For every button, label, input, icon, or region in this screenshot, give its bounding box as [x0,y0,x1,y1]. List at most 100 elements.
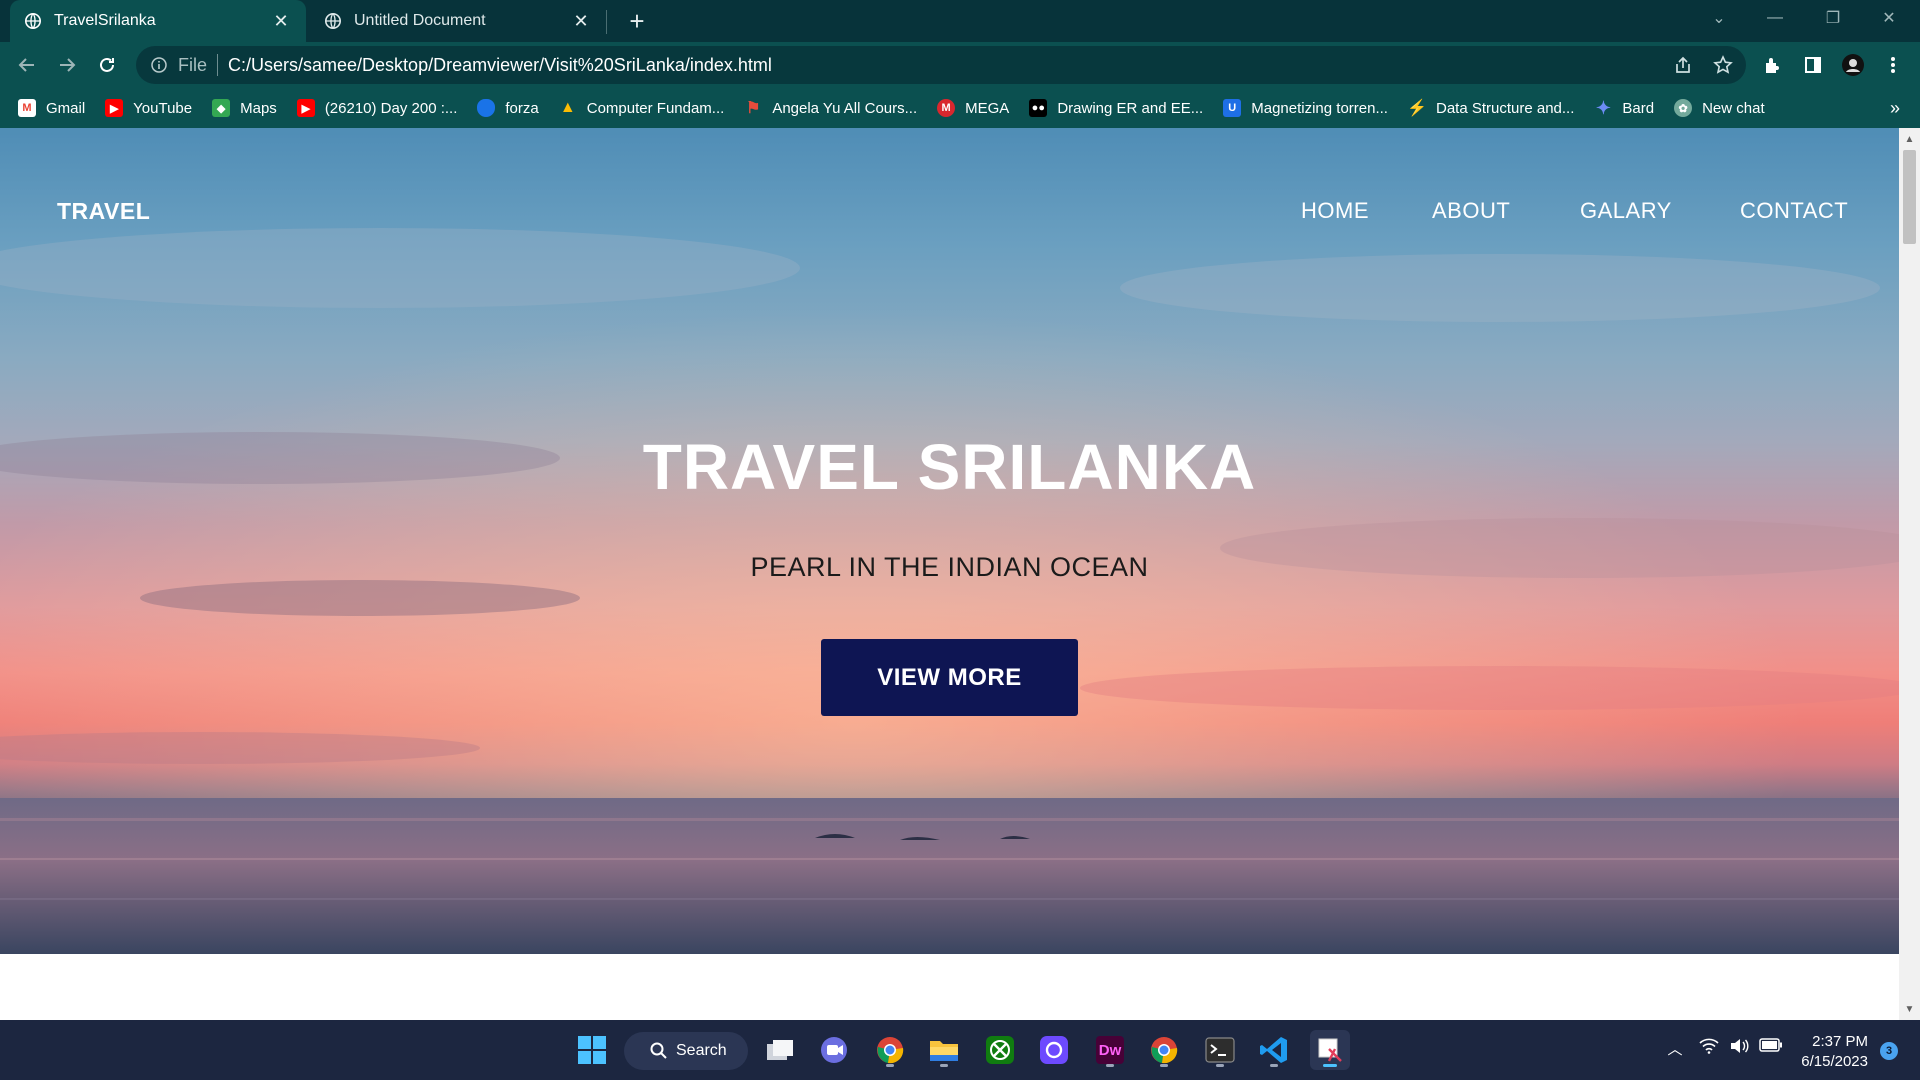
notification-badge[interactable]: 3 [1880,1042,1898,1060]
divider [217,54,219,76]
shield-icon [477,99,496,117]
browser-tab-strip: TravelSrilanka ✕ Untitled Document ✕ + ⌄… [0,0,1920,42]
new-tab-button[interactable]: + [622,6,652,36]
back-button[interactable] [12,50,42,80]
bookmark-drawing-er[interactable]: ●● Drawing ER and EE... [1029,99,1203,117]
minimize-button[interactable]: — [1752,0,1798,36]
bookmark-maps[interactable]: ◆ Maps [212,99,277,117]
chatgpt-icon: ✿ [1674,99,1693,117]
bookmark-forza[interactable]: forza [477,99,539,117]
extensions-icon[interactable] [1758,50,1788,80]
close-tab-icon[interactable]: ✕ [570,10,592,32]
bookmark-angela-yu[interactable]: ⚑ Angela Yu All Cours... [744,99,917,118]
teams-chat-icon[interactable] [814,1030,854,1070]
bookmark-label: (26210) Day 200 :... [324,99,458,117]
globe-icon [24,12,42,30]
bookmark-youtube[interactable]: ▶ YouTube [105,99,192,117]
url-text[interactable]: C:/Users/samee/Desktop/Dreamviewer/Visit… [228,55,772,76]
bookmark-computer-fundam[interactable]: ▲ Computer Fundam... [559,99,724,117]
globe-icon [324,12,342,30]
gmail-icon: M [18,99,36,117]
scrollbar-thumb[interactable] [1903,150,1916,244]
close-window-button[interactable]: ✕ [1866,0,1912,36]
bookmark-mega[interactable]: M MEGA [937,99,1009,117]
tab-untitled-document[interactable]: Untitled Document ✕ [310,0,606,42]
sparkle-icon: ✦ [1595,97,1611,118]
scroll-up-icon[interactable]: ▲ [1899,130,1920,148]
close-tab-icon[interactable]: ✕ [270,10,292,32]
bookmark-star-icon[interactable] [1708,50,1738,80]
vscode-icon[interactable] [1254,1030,1294,1070]
magnet-icon: U [1223,99,1242,117]
view-more-button[interactable]: VIEW MORE [821,639,1078,716]
battery-icon[interactable] [1758,1038,1784,1052]
vertical-scrollbar[interactable]: ▲ ▼ [1899,128,1920,1020]
chrome-icon[interactable] [1144,1030,1184,1070]
hero-section: TRAVEL HOME ABOUT GALARY CONTACT TRAVEL … [0,128,1899,954]
bookmark-magnetizing[interactable]: U Magnetizing torren... [1223,99,1388,117]
drive-icon: ▲ [559,99,576,116]
arrow-right-icon [60,58,76,72]
running-indicator [1216,1064,1224,1067]
share-icon[interactable] [1668,50,1698,80]
browser-toolbar: File C:/Users/samee/Desktop/Dreamviewer/… [0,42,1920,88]
proton-icon[interactable] [1034,1030,1074,1070]
snipping-tool-icon[interactable] [1310,1030,1350,1070]
task-view-icon[interactable] [760,1030,800,1070]
wifi-icon[interactable] [1698,1038,1720,1054]
running-indicator [1270,1064,1278,1067]
more-bookmarks-button[interactable]: » [1890,88,1900,128]
restore-button[interactable]: ❐ [1810,0,1856,36]
bookmark-label: Magnetizing torren... [1251,99,1388,117]
flag-icon: ⚑ [746,100,761,117]
nav-galary-link[interactable]: GALARY [1580,198,1672,224]
xbox-icon[interactable] [980,1030,1020,1070]
kebab-menu-icon[interactable] [1878,50,1908,80]
reload-button[interactable] [92,50,122,80]
bookmark-label: Maps [240,99,277,117]
file-explorer-icon[interactable] [924,1030,964,1070]
nav-home-link[interactable]: HOME [1301,198,1369,224]
terminal-icon[interactable] [1200,1030,1240,1070]
side-panel-icon[interactable] [1798,50,1828,80]
bookmark-label: Data Structure and... [1435,99,1575,117]
show-hidden-icons[interactable]: ︿ [1664,1038,1686,1059]
dreamweaver-icon[interactable]: Dw [1090,1030,1130,1070]
forward-button[interactable] [52,50,82,80]
bookmark-bard[interactable]: ✦ Bard [1594,97,1655,118]
running-indicator [886,1064,894,1067]
bookmark-day200[interactable]: ▶ (26210) Day 200 :... [296,99,458,117]
profile-avatar[interactable] [1838,50,1868,80]
address-bar[interactable]: File C:/Users/samee/Desktop/Dreamviewer/… [136,46,1746,84]
tab-travelsrilanka[interactable]: TravelSrilanka ✕ [10,0,306,42]
search-label: Search [676,1042,727,1059]
chrome-icon[interactable] [870,1030,910,1070]
info-icon[interactable] [150,56,168,74]
running-indicator [1106,1064,1114,1067]
nav-about-link[interactable]: ABOUT [1432,198,1510,224]
mega-icon: M [937,99,956,117]
windows-taskbar: Search Dw ︿ 2:37 PM 6/15/2023 3 [0,1020,1920,1080]
tab-title: Untitled Document [354,12,486,29]
volume-icon[interactable] [1728,1038,1750,1054]
clock-time: 2:37 PM [1812,1033,1868,1050]
bolt-icon: ⚡ [1407,100,1427,117]
search-icon [650,1042,667,1059]
reload-icon [100,57,114,72]
bookmark-gmail[interactable]: M Gmail [18,99,85,117]
start-icon[interactable] [572,1030,612,1070]
bookmark-label: Bard [1622,99,1655,117]
tab-search-icon[interactable]: ⌄ [1696,0,1742,36]
maps-icon: ◆ [212,99,231,117]
bookmark-data-structure[interactable]: ⚡ Data Structure and... [1407,99,1575,118]
sunset-sea-background [0,128,1899,954]
nav-contact-link[interactable]: CONTACT [1740,198,1848,224]
site-brand[interactable]: TRAVEL [57,198,150,225]
tab-title: TravelSrilanka [54,12,156,29]
taskbar-search-button[interactable]: Search [624,1032,748,1070]
page-viewport: TRAVEL HOME ABOUT GALARY CONTACT TRAVEL … [0,128,1920,1020]
scroll-down-icon[interactable]: ▼ [1899,1000,1920,1018]
bookmark-label: New chat [1702,99,1765,117]
system-clock[interactable]: 2:37 PM 6/15/2023 [1801,1032,1868,1072]
bookmark-new-chat[interactable]: ✿ New chat [1674,99,1765,117]
